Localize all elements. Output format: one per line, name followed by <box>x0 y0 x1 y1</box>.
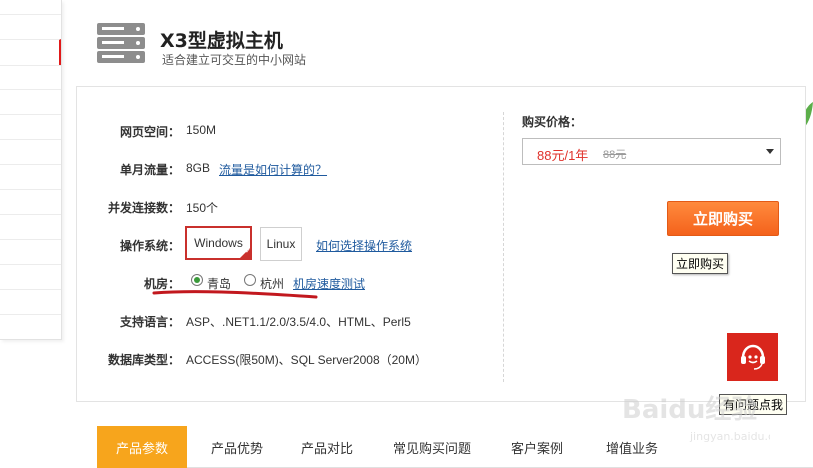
page-title: X3型虚拟主机 <box>160 30 283 52</box>
sidebar-item[interactable] <box>0 14 61 15</box>
left-sidebar <box>0 0 62 340</box>
buy-now-button[interactable]: 立即购买 <box>667 201 779 236</box>
space-label: 网页空间： <box>119 125 180 139</box>
customer-service-button[interactable] <box>727 333 778 381</box>
sidebar-item[interactable] <box>0 114 61 115</box>
connections-label: 并发连接数： <box>107 201 180 215</box>
page-subtitle: 适合建立可交互的中小网站 <box>162 53 307 67</box>
chevron-down-icon <box>766 149 774 154</box>
price-original: 88元 <box>603 149 627 161</box>
price-selected: 88元/1年 <box>537 148 589 163</box>
watermark-text: Baidu经验 <box>622 394 757 425</box>
tab-product-advantages[interactable]: 产品优势 <box>192 426 282 468</box>
buy-tooltip: 立即购买 <box>672 253 729 274</box>
connections-value: 150个 <box>186 201 219 215</box>
tab-product-compare[interactable]: 产品对比 <box>282 426 372 468</box>
sidebar-item[interactable] <box>0 89 61 90</box>
os-option-linux-label: Linux <box>266 237 296 251</box>
baidu-watermark: Baidu经验 jingyan.baidu.com <box>622 394 770 443</box>
annotation-underline <box>152 290 318 299</box>
selected-check-icon <box>239 247 251 259</box>
server-icon <box>97 23 145 63</box>
traffic-label: 单月流量： <box>119 163 180 177</box>
sidebar-item-active[interactable] <box>0 39 61 65</box>
os-label: 操作系统： <box>119 239 180 253</box>
os-option-windows-label: Windows <box>194 236 243 250</box>
os-help-link[interactable]: 如何选择操作系统 <box>316 237 412 254</box>
sidebar-item[interactable] <box>0 189 61 190</box>
price-select[interactable]: 88元/1年 88元 <box>522 138 781 165</box>
sidebar-item[interactable] <box>0 164 61 165</box>
database-label: 数据库类型： <box>107 353 180 367</box>
tab-customer-cases[interactable]: 客户案例 <box>492 426 582 468</box>
sidebar-item[interactable] <box>0 264 61 265</box>
os-option-windows[interactable]: Windows <box>185 226 252 260</box>
sidebar-item[interactable] <box>0 214 61 215</box>
sidebar-item[interactable] <box>0 239 61 240</box>
database-value: ACCESS(限50M)、SQL Server2008（20M） <box>186 353 427 367</box>
language-value: ASP、.NET1.1/2.0/3.5/4.0、HTML、Perl5 <box>186 315 411 329</box>
traffic-help-link[interactable]: 流量是如何计算的？ <box>219 161 327 178</box>
space-value: 150M <box>186 123 217 137</box>
price-label: 购买价格： <box>522 115 583 129</box>
os-option-linux[interactable]: Linux <box>260 227 302 261</box>
customer-service-icon <box>740 344 765 370</box>
traffic-value: 8GB <box>186 161 211 175</box>
column-divider <box>503 112 504 382</box>
watermark-url: jingyan.baidu.com <box>689 430 770 443</box>
sidebar-item[interactable] <box>0 289 61 290</box>
tab-faq[interactable]: 常见购买问题 <box>377 426 487 468</box>
sidebar-item[interactable] <box>0 314 61 315</box>
language-label: 支持语言： <box>119 315 180 329</box>
sidebar-item[interactable] <box>0 65 61 66</box>
tab-product-params[interactable]: 产品参数 <box>97 426 187 468</box>
sidebar-item[interactable] <box>0 139 61 140</box>
